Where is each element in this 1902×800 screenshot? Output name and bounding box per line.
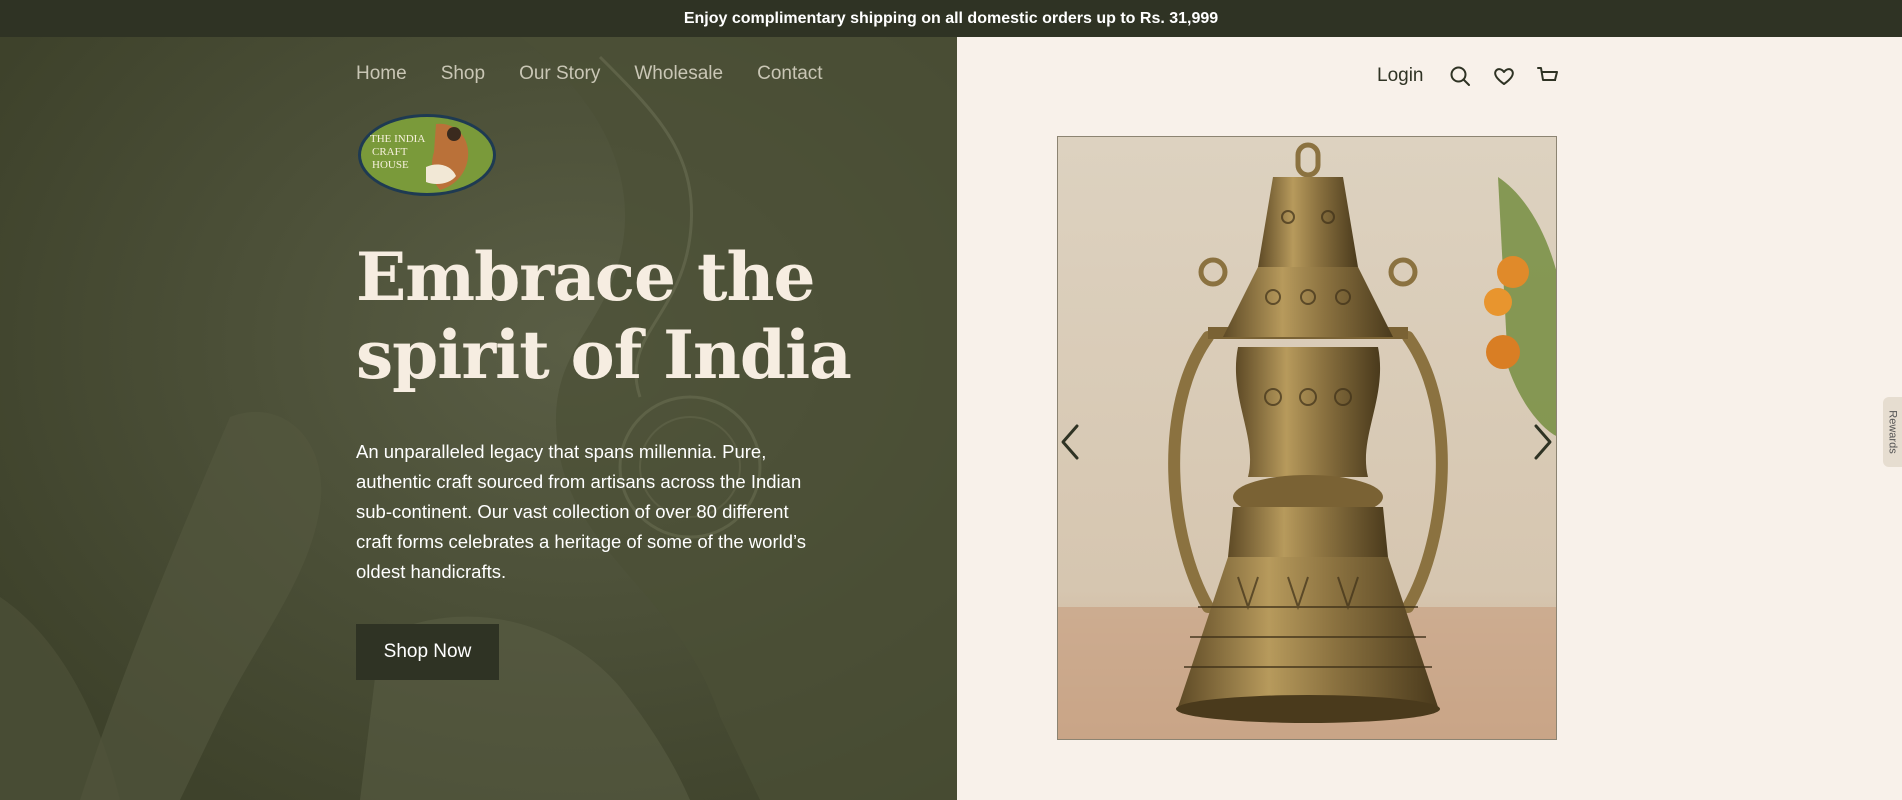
carousel-prev-chevron-icon[interactable]	[1057, 420, 1083, 464]
announcement-text: Enjoy complimentary shipping on all dome…	[683, 9, 1219, 27]
hero-headline-line-2: spirit of India	[356, 316, 852, 394]
brand-logo[interactable]: THE INDIA CRAFT HOUSE	[356, 112, 498, 198]
hero-headline-line-1: Embrace the	[356, 238, 815, 316]
hero-headline: Embrace the spirit of India	[356, 238, 876, 394]
logo-line-2: CRAFT	[372, 146, 408, 158]
announcement-bar: Enjoy complimentary shipping on all dome…	[0, 0, 1902, 37]
nav-item-contact[interactable]: Contact	[757, 63, 822, 85]
nav-item-shop[interactable]: Shop	[441, 63, 485, 85]
nav-item-our-story[interactable]: Our Story	[519, 63, 600, 85]
rewards-tab[interactable]: Rewards	[1883, 397, 1902, 467]
main-nav: Home Shop Our Story Wholesale Contact	[356, 63, 823, 85]
carousel-next-chevron-icon[interactable]	[1530, 420, 1556, 464]
shop-now-button[interactable]: Shop Now	[356, 624, 499, 680]
header-utility: Login	[1377, 64, 1560, 88]
heart-icon[interactable]	[1492, 64, 1516, 88]
logo-line-3: HOUSE	[372, 159, 409, 171]
cart-icon[interactable]	[1536, 64, 1560, 88]
nav-item-wholesale[interactable]: Wholesale	[634, 63, 723, 85]
logo-line-1: THE INDIA	[370, 133, 425, 145]
product-carousel-slide[interactable]	[1057, 136, 1557, 740]
nav-item-home[interactable]: Home	[356, 63, 407, 85]
login-link[interactable]: Login	[1377, 65, 1424, 87]
dhokra-lantern-image	[1058, 137, 1556, 739]
search-icon[interactable]	[1448, 64, 1472, 88]
hero-description: An unparalleled legacy that spans millen…	[356, 441, 807, 582]
rewards-label: Rewards	[1886, 410, 1899, 454]
